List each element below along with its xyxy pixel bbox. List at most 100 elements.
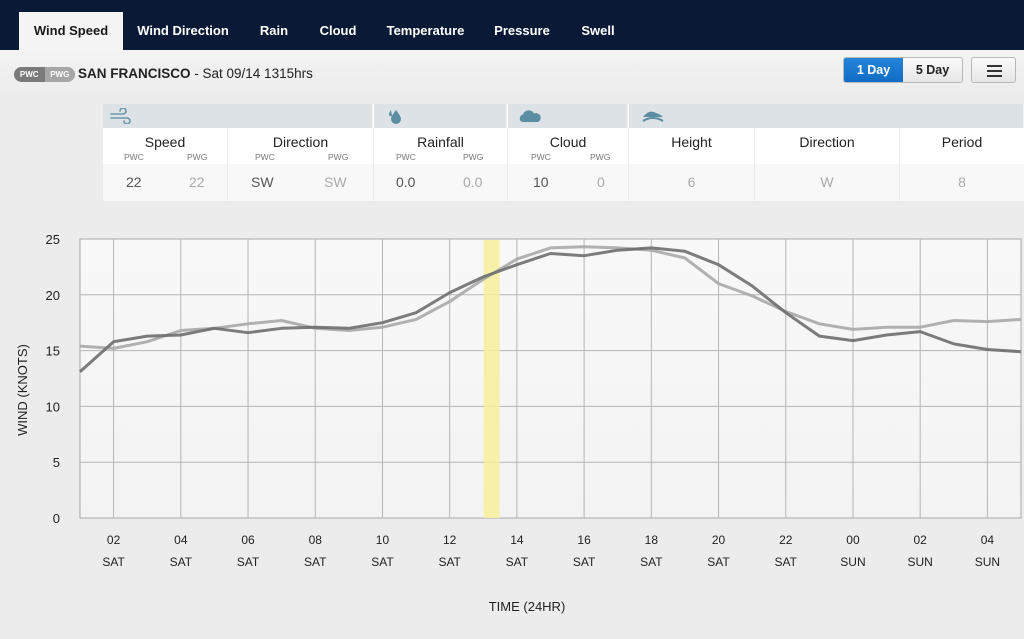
swell-period-title: Period <box>941 134 983 150</box>
raindrop-icon <box>389 110 401 124</box>
x-tick-label: 06 <box>241 533 255 547</box>
x-tick-label: 12 <box>443 533 457 547</box>
wind-direction-pwc-label: PWC <box>255 152 275 162</box>
y-tick-label: 10 <box>46 399 60 414</box>
location-name: SAN FRANCISCO <box>78 66 191 81</box>
hamburger-icon-line <box>987 70 1002 72</box>
x-tick-label: 02 <box>107 533 121 547</box>
x-tick-label: 18 <box>645 533 659 547</box>
x-tick-label: 22 <box>779 533 793 547</box>
x-tick-label: 02 <box>913 533 927 547</box>
hamburger-icon-line <box>987 75 1002 77</box>
tab-rain[interactable]: Rain <box>250 12 298 50</box>
x-tick-label: 10 <box>376 533 390 547</box>
x-tick-day-label: SAT <box>170 555 193 569</box>
plot-area <box>79 238 1022 519</box>
speed-column: Speed PWC PWG 22 22 <box>103 128 228 201</box>
x-tick-label: 00 <box>846 533 860 547</box>
wind-direction-pwc-value: SW <box>251 174 274 190</box>
cloud-icon <box>519 110 541 122</box>
pwc-badge: PWC <box>14 67 45 82</box>
top-nav: Wind Speed Wind Direction Rain Cloud Tem… <box>0 0 1024 50</box>
current-time-marker <box>483 240 500 518</box>
cloud-pwg-label: PWG <box>590 152 611 162</box>
tab-swell[interactable]: Swell <box>575 12 621 50</box>
x-tick-day-label: SAT <box>237 555 260 569</box>
y-tick-label: 5 <box>53 455 60 470</box>
swell-period-value: 8 <box>958 174 966 190</box>
swell-group-header <box>629 104 1024 128</box>
speed-values: 22 22 <box>103 164 227 201</box>
x-tick-day-label: SAT <box>573 555 596 569</box>
tab-wind-direction[interactable]: Wind Direction <box>130 12 236 50</box>
cloud-column: Cloud PWC PWG 10 0 <box>508 128 629 201</box>
swell-direction-value: W <box>820 174 834 190</box>
x-tick-label: 04 <box>174 533 188 547</box>
x-tick-label: 14 <box>510 533 524 547</box>
wind-speed-chart-svg: 0 5 10 15 20 25 02 SAT 04 SAT 06 SAT 08 SAT 10 SAT 12 SA… <box>15 232 1022 614</box>
speed-pwg-value: 22 <box>189 174 205 190</box>
x-axis-label: TIME (24HR) <box>489 599 566 614</box>
wind-icon <box>110 108 131 124</box>
location-datetime: - Sat 09/14 1315hrs <box>190 66 313 81</box>
tab-wind-speed[interactable]: Wind Speed <box>19 12 123 50</box>
y-tick-label: 20 <box>46 288 60 303</box>
x-tick-day-label: SAT <box>371 555 394 569</box>
swell-height-column: Height 6 <box>629 128 755 201</box>
location-title: SAN FRANCISCO - Sat 09/14 1315hrs <box>78 66 313 81</box>
tab-temperature[interactable]: Temperature <box>380 12 471 50</box>
rainfall-column: Rainfall PWC PWG 0.0 0.0 <box>374 128 508 201</box>
rainfall-pwc-value: 0.0 <box>396 174 416 190</box>
x-tick-day-label: SAT <box>102 555 125 569</box>
wind-group-header <box>103 104 373 128</box>
wind-direction-title: Direction <box>272 134 329 150</box>
menu-button[interactable] <box>971 57 1016 83</box>
conditions-summary: Speed PWC PWG 22 22 Direction PWC PWG SW… <box>103 104 1024 201</box>
y-tick-label: 15 <box>46 344 60 359</box>
cloud-title: Cloud <box>549 134 587 150</box>
tab-cloud[interactable]: Cloud <box>312 12 364 50</box>
speed-pwg-label: PWG <box>187 152 208 162</box>
swell-direction-column: Direction W <box>755 128 900 201</box>
x-tick-day-label: SUN <box>908 555 933 569</box>
x-tick-day-label: SAT <box>640 555 663 569</box>
x-tick-day-label: SAT <box>775 555 798 569</box>
day-range-toggle: 1 Day 5 Day <box>843 57 963 83</box>
cloud-values: 10 0 <box>508 164 628 201</box>
speed-pwc-label: PWC <box>124 152 144 162</box>
x-tick-label: 16 <box>577 533 591 547</box>
x-tick-day-label: SAT <box>707 555 730 569</box>
rainfall-values: 0.0 0.0 <box>374 164 507 201</box>
tab-pressure[interactable]: Pressure <box>488 12 556 50</box>
rain-group-header <box>374 104 507 128</box>
y-axis-label: WIND (KNOTS) <box>15 344 30 436</box>
wind-speed-chart: 0 5 10 15 20 25 02 SAT 04 SAT 06 SAT 08 SAT 10 SAT 12 SA… <box>0 225 1024 639</box>
swell-height-values: 6 <box>629 164 754 201</box>
wind-direction-column: Direction PWC PWG SW SW <box>228 128 374 201</box>
x-tick-label: 08 <box>309 533 323 547</box>
x-tick-day-label: SAT <box>438 555 461 569</box>
y-axis-ticks: 0 5 10 15 20 25 <box>46 232 60 526</box>
x-axis-ticks: 02 SAT 04 SAT 06 SAT 08 SAT 10 SAT 12 SAT 14 SAT 16 SAT… <box>102 533 1000 569</box>
five-day-button[interactable]: 5 Day <box>903 58 962 82</box>
cloud-pwc-label: PWC <box>531 152 551 162</box>
x-tick-label: 04 <box>981 533 995 547</box>
y-tick-label: 25 <box>46 232 60 247</box>
swell-period-values: 8 <box>900 164 1024 201</box>
swell-height-title: Height <box>671 134 712 150</box>
swell-direction-values: W <box>755 164 899 201</box>
hamburger-icon <box>987 65 1002 67</box>
swell-period-column: Period 8 <box>900 128 1024 201</box>
pwg-badge: PWG <box>44 67 75 82</box>
x-tick-day-label: SUN <box>975 555 1000 569</box>
rainfall-pwg-label: PWG <box>463 152 484 162</box>
wind-direction-pwg-label: PWG <box>328 152 349 162</box>
x-tick-day-label: SUN <box>840 555 865 569</box>
swell-wave-icon <box>642 111 664 122</box>
rainfall-title: Rainfall <box>417 134 464 150</box>
cloud-pwc-value: 10 <box>533 174 549 190</box>
one-day-button[interactable]: 1 Day <box>844 58 903 82</box>
cloud-pwg-value: 0 <box>597 174 605 190</box>
x-tick-label: 20 <box>712 533 726 547</box>
speed-pwc-value: 22 <box>126 174 142 190</box>
